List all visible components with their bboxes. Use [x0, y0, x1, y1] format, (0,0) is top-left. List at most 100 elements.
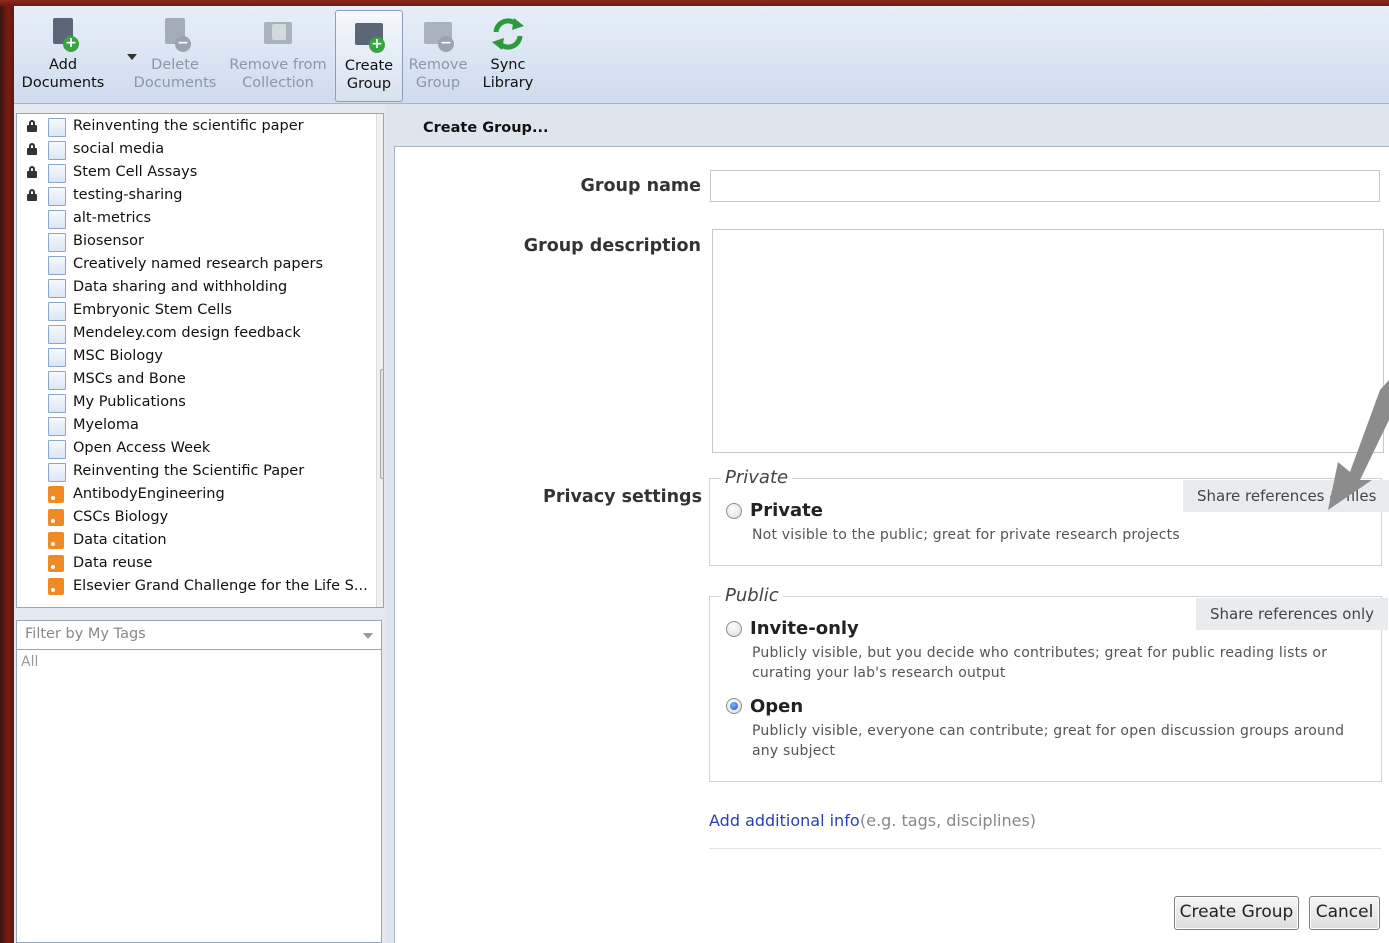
collection-item-label: alt-metrics: [73, 210, 152, 226]
create-group-button[interactable]: + Create Group: [335, 10, 403, 102]
toolbar: + Add Documents − Delete Documents Remov…: [14, 6, 1389, 104]
lock-icon: [27, 189, 37, 201]
collection-item-label: Biosensor: [73, 233, 144, 249]
collection-item[interactable]: Reinventing the scientific paper: [17, 115, 357, 138]
collection-item-label: Stem Cell Assays: [73, 164, 198, 180]
collection-item-label: CSCs Biology: [73, 509, 169, 525]
sync-icon: [490, 16, 526, 52]
rss-feed-icon: [48, 578, 64, 595]
collection-item[interactable]: Data reuse: [17, 552, 357, 575]
collection-item-label: Creatively named research papers: [73, 256, 324, 272]
window-frame-left: [0, 0, 14, 943]
collection-item-label: My Publications: [73, 394, 186, 410]
private-option-desc: Not visible to the public; great for pri…: [752, 527, 1180, 543]
divider: [709, 848, 1381, 849]
tag-filter-label: Filter by My Tags: [25, 626, 146, 642]
group-description-label: Group description: [523, 236, 701, 256]
delete-documents-button[interactable]: − Delete Documents: [132, 10, 218, 100]
collection-item[interactable]: Reinventing the Scientific Paper: [17, 460, 357, 483]
lock-icon: [27, 166, 37, 178]
sync-library-button[interactable]: Sync Library: [476, 10, 540, 100]
open-option-title[interactable]: Open: [750, 696, 803, 717]
collection-item[interactable]: Myeloma: [17, 414, 357, 437]
chevron-down-icon: [363, 633, 373, 639]
tag-list: All: [16, 650, 382, 943]
group-folder-icon: [48, 463, 66, 482]
open-option-desc: Publicly visible, everyone can contribut…: [752, 723, 1345, 759]
invite-only-option-title[interactable]: Invite-only: [750, 618, 859, 639]
group-description-input[interactable]: [712, 229, 1384, 453]
remove-group-button[interactable]: − Remove Group: [406, 10, 470, 100]
remove-from-collection-icon: [260, 16, 296, 52]
panel-title: Create Group...: [423, 120, 549, 136]
collection-item[interactable]: My Publications: [17, 391, 357, 414]
lock-icon: [27, 120, 37, 132]
add-document-icon: +: [45, 16, 81, 52]
group-folder-icon: [48, 164, 66, 183]
group-name-label: Group name: [580, 176, 701, 196]
privacy-settings-label: Privacy settings: [543, 487, 702, 507]
collection-item[interactable]: social media: [17, 138, 357, 161]
remove-from-collection-button[interactable]: Remove from Collection: [228, 10, 328, 100]
private-option-title[interactable]: Private: [750, 500, 823, 521]
collection-item-label: Embryonic Stem Cells: [73, 302, 232, 318]
public-share-note: Share references only: [1196, 598, 1388, 630]
rss-feed-icon: [48, 509, 64, 526]
collection-item[interactable]: Data sharing and withholding: [17, 276, 357, 299]
group-name-input[interactable]: [710, 170, 1380, 202]
rss-feed-icon: [48, 532, 64, 549]
add-additional-info-link[interactable]: Add additional info: [709, 811, 860, 830]
collection-item[interactable]: CSCs Biology: [17, 506, 357, 529]
scroll-down-icon[interactable]: ▼: [377, 585, 383, 607]
collection-item[interactable]: Stem Cell Assays: [17, 161, 357, 184]
tag-item-all[interactable]: All: [21, 654, 38, 670]
collection-item[interactable]: AntibodyEngineering: [17, 483, 357, 506]
open-radio[interactable]: [726, 698, 742, 714]
scroll-up-icon[interactable]: ▲: [377, 114, 383, 136]
group-folder-icon: [48, 256, 66, 275]
collection-item[interactable]: Embryonic Stem Cells: [17, 299, 357, 322]
collection-list-scrollbar[interactable]: ▲ ▼: [376, 114, 383, 607]
collection-item-label: MSC Biology: [73, 348, 163, 364]
collection-item[interactable]: Elsevier Grand Challenge for the Life S.…: [17, 575, 368, 598]
group-folder-icon: [48, 279, 66, 298]
collection-item[interactable]: alt-metrics: [17, 207, 357, 230]
invite-only-radio[interactable]: [726, 621, 742, 637]
collection-item-label: AntibodyEngineering: [73, 486, 225, 502]
group-folder-icon: [48, 187, 66, 206]
private-legend: Private: [721, 467, 793, 488]
create-group-submit-button[interactable]: Create Group: [1174, 896, 1299, 930]
group-folder-icon: [48, 440, 66, 459]
group-folder-icon: [48, 141, 66, 160]
cancel-button[interactable]: Cancel: [1309, 896, 1380, 930]
panel-header: Create Group...: [386, 113, 1389, 147]
collection-item-label: testing-sharing: [73, 187, 183, 203]
collection-item[interactable]: Biosensor: [17, 230, 357, 253]
collection-item-label: Reinventing the Scientific Paper: [73, 463, 305, 479]
add-documents-button[interactable]: + Add Documents: [20, 10, 106, 100]
collection-list: Reinventing the scientific paper social m…: [16, 113, 384, 608]
tag-filter-dropdown[interactable]: Filter by My Tags: [16, 620, 382, 650]
collection-item-label: Data sharing and withholding: [73, 279, 288, 295]
group-folder-icon: [48, 348, 66, 367]
collection-item[interactable]: Data citation: [17, 529, 357, 552]
scrollbar-thumb[interactable]: [380, 369, 383, 479]
group-folder-icon: [48, 394, 66, 413]
group-folder-icon: [48, 302, 66, 321]
group-folder-icon: [48, 210, 66, 229]
private-radio[interactable]: [726, 503, 742, 519]
collection-item-label: Data reuse: [73, 555, 153, 571]
collection-item[interactable]: Creatively named research papers: [17, 253, 357, 276]
collection-item[interactable]: MSC Biology: [17, 345, 357, 368]
collection-item[interactable]: Mendeley.com design feedback: [17, 322, 357, 345]
add-additional-info-hint: (e.g. tags, disciplines): [860, 811, 1037, 830]
collection-item[interactable]: MSCs and Bone: [17, 368, 357, 391]
collection-item-label: Open Access Week: [73, 440, 211, 456]
collection-item-label: Reinventing the scientific paper: [73, 118, 304, 134]
collection-item[interactable]: testing-sharing: [17, 184, 357, 207]
group-folder-icon: [48, 325, 66, 344]
collection-item-label: Myeloma: [73, 417, 139, 433]
remove-group-icon: −: [420, 16, 456, 52]
rss-feed-icon: [48, 486, 64, 503]
collection-item[interactable]: Open Access Week: [17, 437, 357, 460]
